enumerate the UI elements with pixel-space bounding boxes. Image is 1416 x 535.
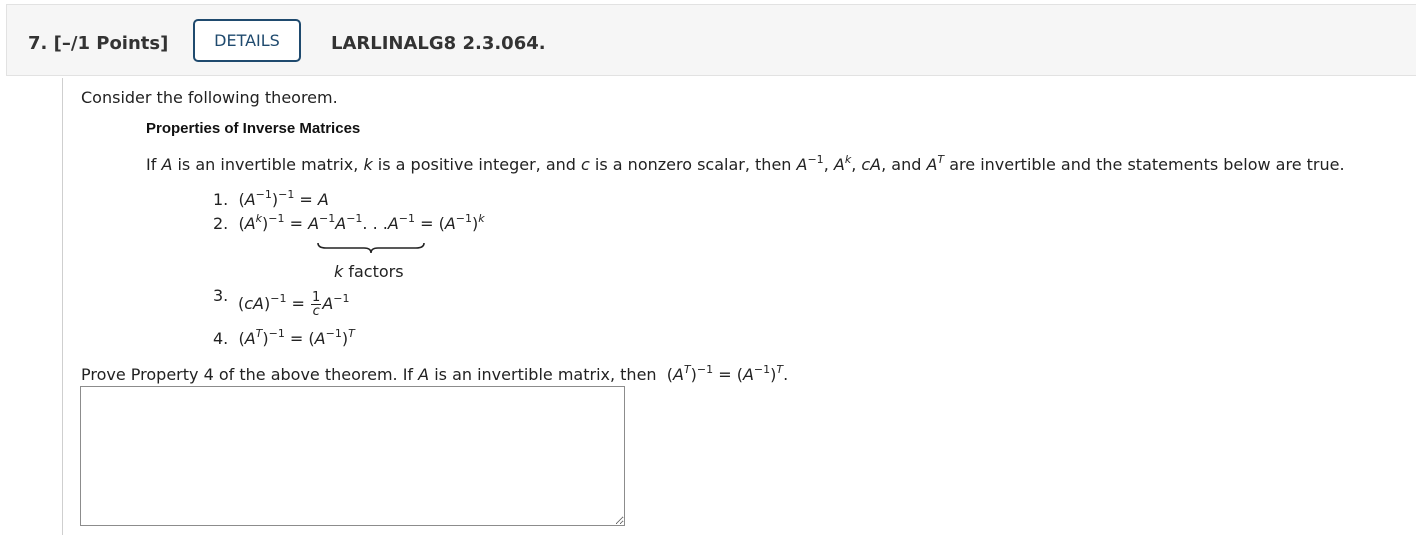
property-2: 2. (Ak)−1 = A−1A−1. . .A−1 = (A−1)k <box>213 212 485 233</box>
question-id: LARLINALG8 2.3.064. <box>331 33 546 54</box>
property-1: 1. (A−1)−1 = A <box>213 188 329 209</box>
k-factors-label: k factors <box>334 262 404 281</box>
question-header: 7. [–/1 Points] DETAILS LARLINALG8 2.3.0… <box>6 4 1416 76</box>
fraction-one-over-c: 1c <box>311 290 322 319</box>
intro-text: Consider the following theorem. <box>81 88 338 107</box>
prove-instruction: Prove Property 4 of the above theorem. I… <box>81 363 789 384</box>
property-3-formula: (cA)−1 = 1 c A−1 <box>238 290 350 319</box>
question-number-points: 7. [–/1 Points] <box>28 33 169 54</box>
theorem-title: Properties of Inverse Matrices <box>146 120 361 137</box>
underbrace-icon <box>317 242 425 254</box>
theorem-statement: If A is an invertible matrix, k is a pos… <box>146 153 1345 174</box>
question-left-border <box>62 78 63 535</box>
property-3: 3. <box>213 286 229 305</box>
details-button[interactable]: DETAILS <box>193 19 301 62</box>
property-4: 4. (AT)−1 = (A−1)T <box>213 327 355 348</box>
answer-textarea[interactable] <box>80 386 625 526</box>
